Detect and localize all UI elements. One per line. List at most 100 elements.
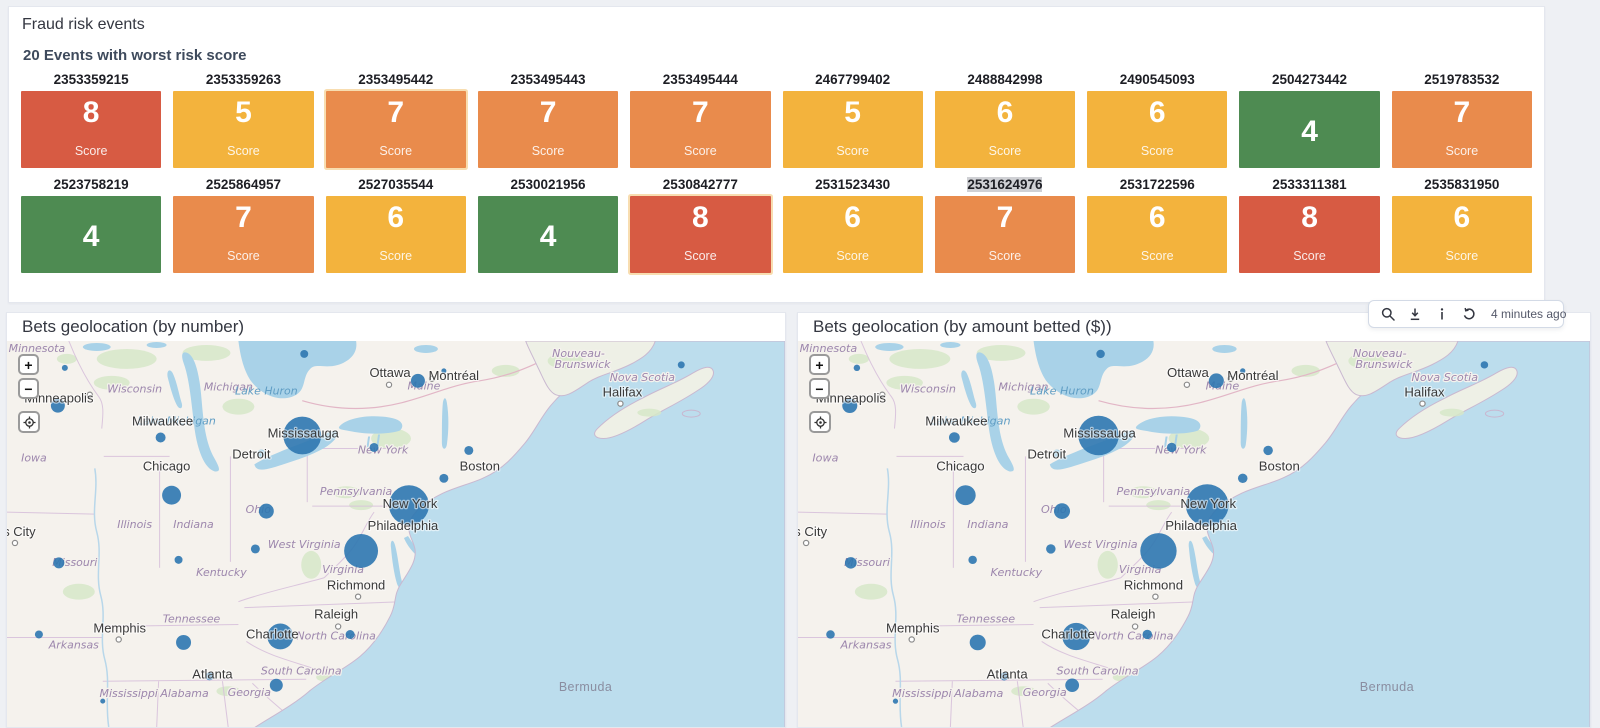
map-controls: +− [18,354,40,436]
score-card: 7Score [478,91,618,168]
svg-text:Montréal: Montréal [1227,368,1278,383]
event-card-cell: 25042734424 [1239,72,1379,168]
svg-text:Iowa: Iowa [812,451,838,464]
svg-text:Tennessee: Tennessee [957,613,1016,626]
svg-text:Lake Huron: Lake Huron [235,385,298,398]
svg-text:Arkansas: Arkansas [48,638,99,651]
event-card-cell: 23534954427Score [326,72,466,168]
event-id-label: 2504273442 [1239,72,1379,91]
svg-text:Boston: Boston [460,458,500,473]
svg-text:Mississauga: Mississauga [1063,426,1136,441]
search-button[interactable] [1379,305,1397,323]
svg-text:Philadelphia: Philadelphia [368,518,439,533]
svg-text:North Carolina: North Carolina [296,629,375,642]
score-value: 6 [387,203,404,233]
svg-text:Raleigh: Raleigh [1111,607,1156,622]
svg-text:Charlotte: Charlotte [246,626,299,641]
svg-text:Halifax: Halifax [1404,385,1445,400]
event-card-cell: 23533592158Score [21,72,161,168]
svg-text:Illinois: Illinois [910,518,946,531]
event-card-cell: 25270355446Score [326,177,466,273]
svg-text:Richmond: Richmond [327,578,385,593]
svg-text:Kentucky: Kentucky [196,566,247,579]
score-card: 4 [478,196,618,273]
event-id-label: 2519783532 [1392,72,1532,91]
map-canvas[interactable]: MinnesotaWisconsinMichiganIowaIllinoisIn… [7,341,785,728]
map-panel-by-amount: Bets geolocation (by amount betted ($)) [797,312,1591,728]
score-value: 7 [387,98,404,128]
svg-text:Illinois: Illinois [117,518,152,531]
score-value: 5 [235,98,252,128]
zoom-in-button[interactable]: + [809,354,830,375]
svg-text:Wisconsin: Wisconsin [900,383,956,396]
event-id-label: 2530021956 [478,177,618,196]
score-label: Score [532,144,565,158]
fraud-risk-panel: Fraud risk events 20 Events with worst r… [8,6,1545,303]
event-card-cell: 25300219564 [478,177,618,273]
svg-text:Tennessee: Tennessee [163,613,221,626]
event-card-cell: 25316249767Score [935,177,1075,273]
score-label: Score [379,249,412,263]
svg-text:Brunswick: Brunswick [1355,358,1413,371]
svg-text:Bermuda: Bermuda [1360,680,1414,694]
svg-text:Wisconsin: Wisconsin [107,383,162,396]
score-label: Score [1141,249,1174,263]
score-value: 6 [844,203,861,233]
event-id-label: 2353359263 [173,72,313,91]
svg-text:Halifax: Halifax [603,385,643,400]
event-id-label: 2533311381 [1239,177,1379,196]
map-controls: +− [809,354,831,436]
locate-button[interactable] [809,411,831,433]
locate-button[interactable] [18,411,40,433]
score-card: 6Score [935,91,1075,168]
svg-text:Mississippi: Mississippi [892,687,952,700]
download-button[interactable] [1406,305,1424,323]
svg-text:New York: New York [1180,496,1236,511]
svg-text:Minnesota: Minnesota [800,342,858,355]
svg-text:Raleigh: Raleigh [314,607,358,622]
svg-text:New York: New York [383,496,438,511]
svg-text:Arkansas: Arkansas [839,639,891,652]
svg-text:New York: New York [358,443,409,456]
download-icon [1408,307,1422,321]
svg-text:West Virginia: West Virginia [1064,538,1138,551]
info-icon [1435,307,1449,321]
event-id-label: 2531523430 [783,177,923,196]
svg-text:Georgia: Georgia [228,686,271,699]
event-card-cell: 25358319506Score [1392,177,1532,273]
event-card-cell: 25333113818Score [1239,177,1379,273]
zoom-out-button[interactable]: − [809,378,830,399]
event-card-cell: 24905450936Score [1087,72,1227,168]
score-value: 6 [997,98,1014,128]
svg-text:Boston: Boston [1259,458,1300,473]
event-card-cell: 25317225966Score [1087,177,1227,273]
score-label: Score [836,249,869,263]
score-value: 7 [692,98,709,128]
score-label: Score [1293,249,1326,263]
event-card-cell: 23534954437Score [478,72,618,168]
svg-text:North Carolina: North Carolina [1093,630,1174,643]
svg-text:Mississippi: Mississippi [100,687,158,700]
zoom-in-button[interactable]: + [18,354,39,375]
map-by-amount: MinnesotaWisconsinMichiganIowaIllinoisIn… [798,341,1590,728]
svg-text:Indiana: Indiana [173,518,214,531]
panel-hover-toolbar: 4 minutes ago [1368,300,1564,328]
svg-text:Chicago: Chicago [143,458,191,473]
map-by-number: MinnesotaWisconsinMichiganIowaIllinoisIn… [7,341,785,728]
score-card: 7Score [173,196,313,273]
score-label: Score [836,144,869,158]
svg-text:Alabama: Alabama [159,687,208,700]
score-card: 6 Score [326,196,466,273]
svg-text:Brunswick: Brunswick [555,358,612,371]
locate-icon [814,416,827,429]
inspect-button[interactable] [1433,305,1451,323]
svg-text:New York: New York [1155,444,1207,457]
score-card: 7Score [326,91,466,168]
svg-text:Detroit: Detroit [232,446,271,461]
svg-text:Lake Huron: Lake Huron [1030,385,1094,398]
score-value: 7 [235,203,252,233]
refresh-button[interactable] [1460,305,1478,323]
event-id-label: 2530842777 [630,177,770,196]
zoom-out-button[interactable]: − [18,378,39,399]
map-canvas[interactable]: MinnesotaWisconsinMichiganIowaIllinoisIn… [798,341,1590,728]
